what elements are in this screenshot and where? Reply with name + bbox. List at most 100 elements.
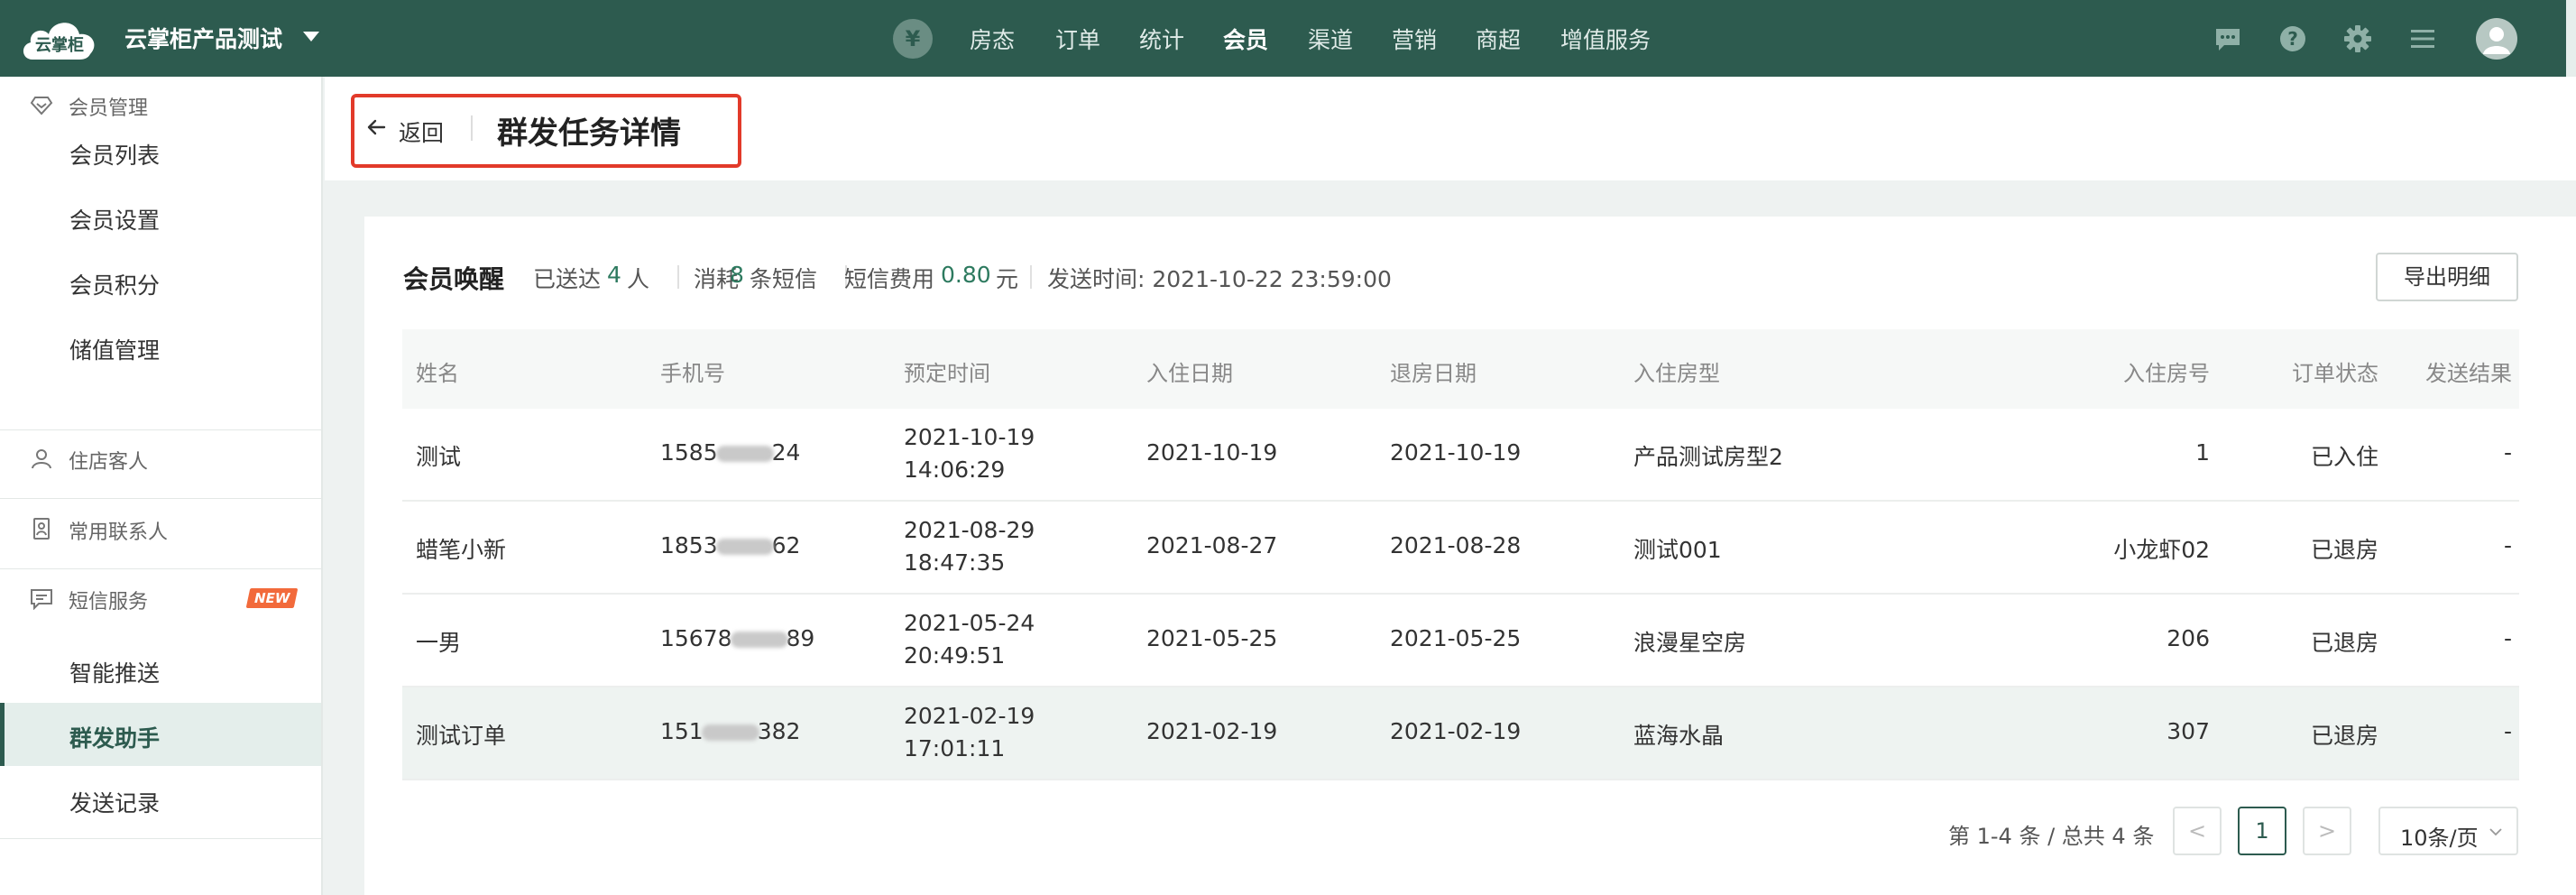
cell-checkin: 2021-08-27: [1146, 532, 1278, 558]
summary-divider: [1030, 265, 1032, 289]
column-header-send-result: 发送结果: [2425, 361, 2512, 386]
cell-room-type: 测试001: [1633, 537, 1722, 563]
cell-room-type: 产品测试房型2: [1633, 444, 1783, 470]
cell-checkin: 2021-05-25: [1146, 625, 1278, 651]
pagination-prev-button[interactable]: <: [2173, 807, 2222, 855]
column-header-phone: 手机号: [660, 361, 725, 386]
sidebar-item-label: 会员设置: [69, 208, 161, 234]
nav-item-channels[interactable]: 渠道: [1308, 23, 1353, 55]
sidebar-item-member-settings[interactable]: 会员设置: [0, 185, 321, 248]
cell-checkout: 2021-08-28: [1390, 532, 1522, 558]
sidebar: 会员管理 会员列表 会员设置 会员积分 储值管理 住店客人 常用联系人 短信服务…: [0, 77, 323, 895]
sidebar-divider: [0, 838, 321, 839]
cell-send-result: -: [2503, 439, 2512, 466]
sidebar-item-member-list[interactable]: 会员列表: [0, 120, 321, 183]
sidebar-item-member-points[interactable]: 会员积分: [0, 250, 321, 313]
sidebar-item-label: 会员列表: [69, 143, 161, 169]
table-row[interactable]: 测试订单 151 382 2021-02-19 17:01:11 2021-02-1…: [402, 687, 2519, 780]
help-icon[interactable]: ?: [2278, 24, 2307, 53]
delivered-unit: 人: [627, 266, 650, 292]
menu-icon[interactable]: [2408, 24, 2437, 53]
arrow-left-icon[interactable]: [365, 116, 387, 138]
cell-phone: 1853 62: [660, 532, 801, 558]
column-header-order-status: 订单状态: [2292, 361, 2378, 386]
pagination-page-1[interactable]: 1: [2238, 807, 2286, 855]
yen-icon[interactable]: ¥: [893, 19, 933, 59]
sidebar-group-contacts[interactable]: 常用联系人: [0, 501, 321, 555]
fee-prefix: 短信费用: [844, 266, 935, 292]
table-row[interactable]: 蜡笔小新 1853 62 2021-08-29 18:47:35 2021-08-2…: [402, 502, 2519, 595]
sidebar-item-label: 会员积分: [69, 272, 161, 299]
sidebar-group-sms[interactable]: 短信服务 NEW: [0, 570, 321, 624]
column-header-room-no: 入住房号: [2123, 361, 2210, 386]
fee-unit: 元: [996, 266, 1019, 292]
consumed-unit: 条短信: [750, 266, 818, 292]
page-size-select[interactable]: 10条/页: [2378, 807, 2518, 855]
pagination-next-button[interactable]: >: [2303, 807, 2351, 855]
cell-booking-time: 2021-08-29 18:47:35: [904, 517, 1035, 576]
message-icon: [31, 589, 52, 610]
back-button[interactable]: 返回: [399, 115, 444, 148]
summary-divider: [677, 265, 679, 289]
chevron-down-icon: [2489, 828, 2502, 836]
cell-name: 测试: [416, 444, 462, 470]
nav-item-room-status[interactable]: 房态: [970, 23, 1015, 55]
cell-name: 测试订单: [416, 723, 507, 749]
cell-send-result: -: [2503, 718, 2512, 744]
cell-checkout: 2021-05-25: [1390, 625, 1522, 651]
product-name[interactable]: 云掌柜产品测试: [124, 22, 282, 54]
gem-icon: [30, 97, 53, 115]
cell-room-no: 1: [2195, 439, 2210, 466]
sidebar-item-send-records[interactable]: 发送记录: [0, 768, 321, 831]
sidebar-group-label: 常用联系人: [69, 521, 169, 544]
table-row[interactable]: 一男 15678 89 2021-05-24 20:49:51 2021-05-25…: [402, 595, 2519, 687]
nav-item-orders[interactable]: 订单: [1055, 23, 1100, 55]
column-header-checkout: 退房日期: [1390, 361, 1477, 386]
sidebar-divider: [0, 498, 321, 499]
contact-card-icon: [33, 518, 50, 540]
column-header-name: 姓名: [416, 361, 459, 386]
export-details-button[interactable]: 导出明细: [2376, 253, 2518, 301]
cell-order-status: 已退房: [2310, 537, 2378, 563]
cell-send-result: -: [2503, 532, 2512, 558]
sidebar-item-label: 智能推送: [69, 660, 161, 687]
new-badge: NEW: [245, 588, 299, 608]
column-header-room-type: 入住房型: [1633, 361, 1720, 386]
nav-item-store[interactable]: 商超: [1476, 23, 1521, 55]
cell-room-no: 206: [2167, 625, 2210, 651]
cell-order-status: 已退房: [2310, 723, 2378, 749]
person-icon: [32, 449, 51, 469]
page-title: 群发任务详情: [497, 115, 681, 152]
cell-checkin: 2021-02-19: [1146, 718, 1278, 744]
nav-item-marketing[interactable]: 营销: [1392, 23, 1437, 55]
nav-item-value-added[interactable]: 增值服务: [1560, 23, 1651, 55]
avatar[interactable]: [2476, 18, 2517, 60]
send-time: 发送时间: 2021-10-22 23:59:00: [1047, 266, 1392, 292]
cell-name: 一男: [416, 630, 462, 656]
top-bar: 云掌柜 云掌柜产品测试 ¥ 房态 订单 统计 会员 渠道 营销 商超 增值服务 …: [0, 0, 2576, 77]
chat-icon[interactable]: [2213, 24, 2242, 53]
cell-phone: 1585 24: [660, 439, 801, 466]
sidebar-item-stored-value[interactable]: 储值管理: [0, 315, 321, 378]
task-name: 会员唤醒: [403, 264, 505, 294]
sidebar-item-bulk-send[interactable]: 群发助手: [0, 703, 321, 766]
window-edge: [2566, 0, 2576, 77]
sidebar-item-smart-push[interactable]: 智能推送: [0, 638, 321, 701]
cell-phone: 15678 89: [660, 625, 815, 651]
nav-item-members[interactable]: 会员: [1223, 23, 1268, 55]
gear-icon[interactable]: [2343, 24, 2372, 53]
cell-checkout: 2021-10-19: [1390, 439, 1522, 466]
cell-booking-time: 2021-10-19 14:06:29: [904, 424, 1035, 483]
sidebar-group-label: 住店客人: [69, 451, 149, 474]
sidebar-divider: [0, 568, 321, 569]
chevron-down-icon[interactable]: [303, 32, 319, 42]
cell-checkin: 2021-10-19: [1146, 439, 1278, 466]
cell-order-status: 已入住: [2310, 444, 2378, 470]
avatar-icon: [2483, 27, 2510, 54]
sidebar-group-guests[interactable]: 住店客人: [0, 430, 321, 484]
nav-item-statistics[interactable]: 统计: [1139, 23, 1184, 55]
column-header-checkin: 入住日期: [1146, 361, 1233, 386]
sidebar-item-label: 储值管理: [69, 337, 161, 364]
app-logo[interactable]: 云掌柜: [20, 13, 99, 63]
table-row[interactable]: 测试 1585 24 2021-10-19 14:06:29 2021-10-19 …: [402, 409, 2519, 502]
